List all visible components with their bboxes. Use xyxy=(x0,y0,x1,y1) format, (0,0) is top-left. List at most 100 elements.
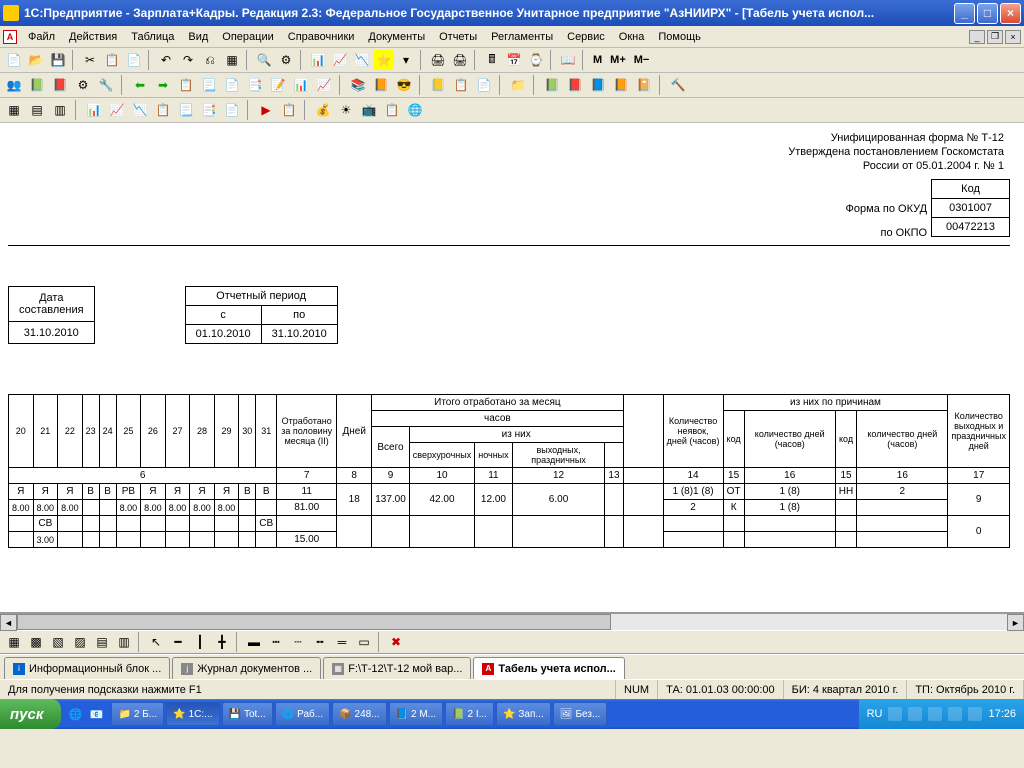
mdi-restore[interactable]: ❐ xyxy=(987,30,1003,44)
bt10-icon[interactable]: ▬ xyxy=(244,632,264,652)
r3h-icon[interactable]: 📃 xyxy=(176,100,196,120)
tab-timesheet[interactable]: AТабель учета испол... xyxy=(473,657,624,679)
bt12-icon[interactable]: ┄ xyxy=(288,632,308,652)
r2x-icon[interactable]: 📘 xyxy=(588,75,608,95)
r2k-icon[interactable]: 📑 xyxy=(245,75,265,95)
r2a-icon[interactable]: 👥 xyxy=(4,75,24,95)
mem-mminus[interactable]: M− xyxy=(631,50,653,70)
r2y-icon[interactable]: 📙 xyxy=(611,75,631,95)
tab-journal[interactable]: jЖурнал документов ... xyxy=(172,657,321,679)
ql-1-icon[interactable]: 🌐 xyxy=(65,703,85,725)
bt1-icon[interactable]: ▦ xyxy=(4,632,24,652)
task-4[interactable]: 🌐Раб... xyxy=(275,702,330,726)
bt4-icon[interactable]: ▨ xyxy=(70,632,90,652)
menu-help[interactable]: Помощь xyxy=(652,29,707,45)
menu-directories[interactable]: Справочники xyxy=(282,29,361,45)
new-icon[interactable]: 📄 xyxy=(4,50,24,70)
r2t-icon[interactable]: 📄 xyxy=(474,75,494,95)
t8-icon[interactable]: 📉 xyxy=(352,50,372,70)
r2o-icon[interactable]: 📚 xyxy=(348,75,368,95)
r3n-icon[interactable]: ☀ xyxy=(336,100,356,120)
r2g-icon[interactable]: ➡ xyxy=(153,75,173,95)
cut-icon[interactable]: ✂ xyxy=(80,50,100,70)
t9-icon[interactable]: ⭐ xyxy=(374,50,394,70)
r3j-icon[interactable]: 📄 xyxy=(222,100,242,120)
clock[interactable]: 17:26 xyxy=(988,708,1016,720)
r3g-icon[interactable]: 📋 xyxy=(153,100,173,120)
r2f-icon[interactable]: ⬅ xyxy=(130,75,150,95)
maximize-button[interactable]: □ xyxy=(977,3,998,24)
r3o-icon[interactable]: 📺 xyxy=(359,100,379,120)
bt2-icon[interactable]: ▩ xyxy=(26,632,46,652)
r2e-icon[interactable]: 🔧 xyxy=(96,75,116,95)
r3m-icon[interactable]: 💰 xyxy=(313,100,333,120)
menu-windows[interactable]: Окна xyxy=(613,29,651,45)
h-scrollbar[interactable]: ◄ ► xyxy=(0,613,1024,630)
scroll-right-icon[interactable]: ► xyxy=(1007,614,1024,631)
start-button[interactable]: пуск xyxy=(0,699,61,729)
pointer-icon[interactable]: ↖ xyxy=(146,632,166,652)
menu-reglaments[interactable]: Регламенты xyxy=(485,29,559,45)
r3e-icon[interactable]: 📈 xyxy=(107,100,127,120)
r2aa-icon[interactable]: 🔨 xyxy=(668,75,688,95)
menu-reports[interactable]: Отчеты xyxy=(433,29,483,45)
document-area[interactable]: Унифицированная форма № Т-12 Утверждена … xyxy=(0,123,1024,613)
paste-icon[interactable]: 📄 xyxy=(124,50,144,70)
r2q-icon[interactable]: 😎 xyxy=(394,75,414,95)
scroll-thumb[interactable] xyxy=(17,614,611,630)
r2h-icon[interactable]: 📋 xyxy=(176,75,196,95)
menu-documents[interactable]: Документы xyxy=(362,29,431,45)
find-icon[interactable]: 🔍 xyxy=(254,50,274,70)
r2b-icon[interactable]: 📗 xyxy=(27,75,47,95)
r2d-icon[interactable]: ⚙ xyxy=(73,75,93,95)
t5-icon[interactable]: ⚙ xyxy=(276,50,296,70)
bt6-icon[interactable]: ▥ xyxy=(114,632,134,652)
bt15-icon[interactable]: ▭ xyxy=(354,632,374,652)
tray-icon-4[interactable] xyxy=(948,707,962,721)
tray-icon-3[interactable] xyxy=(928,707,942,721)
tab-info[interactable]: iИнформационный блок ... xyxy=(4,657,170,679)
redo-icon[interactable]: ↷ xyxy=(178,50,198,70)
r2c-icon[interactable]: 📕 xyxy=(50,75,70,95)
r2i-icon[interactable]: 📃 xyxy=(199,75,219,95)
undo-icon[interactable]: ↶ xyxy=(156,50,176,70)
r2r-icon[interactable]: 📒 xyxy=(428,75,448,95)
r2p-icon[interactable]: 📙 xyxy=(371,75,391,95)
calc-icon[interactable]: 🖩 xyxy=(482,50,502,70)
task-3[interactable]: 💾Tot... xyxy=(222,702,273,726)
copy-icon[interactable]: 📋 xyxy=(102,50,122,70)
system-tray[interactable]: RU 17:26 xyxy=(859,699,1024,729)
t10-icon[interactable]: ▾ xyxy=(396,50,416,70)
close-button[interactable]: × xyxy=(1000,3,1021,24)
t7-icon[interactable]: 📈 xyxy=(330,50,350,70)
r2s-icon[interactable]: 📋 xyxy=(451,75,471,95)
task-6[interactable]: 📘2 M... xyxy=(389,702,443,726)
bt11-icon[interactable]: ┅ xyxy=(266,632,286,652)
r2n-icon[interactable]: 📈 xyxy=(314,75,334,95)
tab-file[interactable]: ▦F:\Т-12\Т-12 мой вар... xyxy=(323,657,471,679)
mdi-close[interactable]: × xyxy=(1005,30,1021,44)
r3c-icon[interactable]: ▥ xyxy=(50,100,70,120)
bt3-icon[interactable]: ▧ xyxy=(48,632,68,652)
save-icon[interactable]: 💾 xyxy=(48,50,68,70)
r2l-icon[interactable]: 📝 xyxy=(268,75,288,95)
r3i-icon[interactable]: 📑 xyxy=(199,100,219,120)
menu-operations[interactable]: Операции xyxy=(216,29,279,45)
r3d-icon[interactable]: 📊 xyxy=(84,100,104,120)
mem-mplus[interactable]: M+ xyxy=(607,50,629,70)
r3p-icon[interactable]: 📋 xyxy=(382,100,402,120)
bt7-icon[interactable]: ━ xyxy=(168,632,188,652)
task-5[interactable]: 📦248... xyxy=(332,702,386,726)
t4-icon[interactable]: ▦ xyxy=(222,50,242,70)
menu-service[interactable]: Сервис xyxy=(561,29,611,45)
r2j-icon[interactable]: 📄 xyxy=(222,75,242,95)
r2z-icon[interactable]: 📔 xyxy=(634,75,654,95)
task-9[interactable]: 🖼Без... xyxy=(553,702,608,726)
bt14-icon[interactable]: ═ xyxy=(332,632,352,652)
bt5-icon[interactable]: ▤ xyxy=(92,632,112,652)
mem-m[interactable]: M xyxy=(590,50,605,70)
task-8[interactable]: ⭐Зап... xyxy=(496,702,551,726)
lang-indicator[interactable]: RU xyxy=(867,708,883,720)
bt8-icon[interactable]: ┃ xyxy=(190,632,210,652)
task-2[interactable]: ⭐1С:... xyxy=(166,702,219,726)
